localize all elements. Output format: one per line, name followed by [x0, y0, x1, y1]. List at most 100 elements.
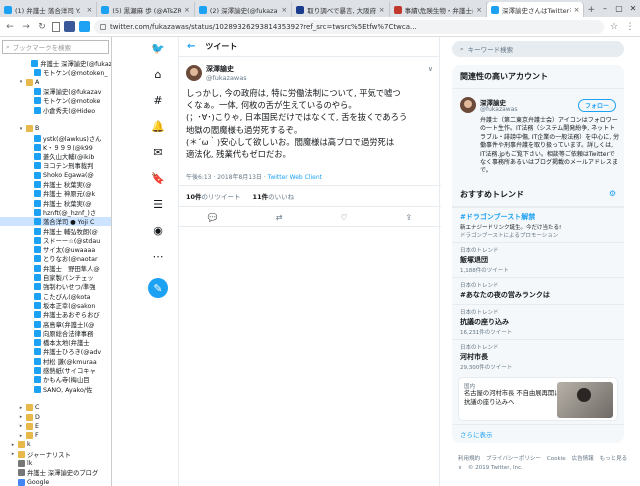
menu-icon[interactable]: ⋮: [624, 22, 636, 32]
author-name[interactable]: 深澤諭史: [206, 64, 247, 74]
notifications-icon[interactable]: 🔔: [148, 118, 168, 134]
back-arrow-icon[interactable]: ←: [187, 41, 195, 52]
more-icon[interactable]: ⋯: [148, 248, 168, 264]
reload-icon[interactable]: ↻: [36, 22, 48, 32]
bookmark-folder[interactable]: ▸ E: [0, 422, 111, 431]
bookmark-item[interactable]: Shoko Egawa(@: [0, 171, 111, 180]
bookmark-item[interactable]: ヨコテン刑事裁判: [0, 161, 111, 170]
messages-icon[interactable]: ✉: [148, 144, 168, 160]
bookmark-folder[interactable]: ▾ B: [0, 124, 111, 133]
tab-6[interactable]: 深澤諭史さんはTwitterを ×: [487, 2, 585, 17]
bookmark-item[interactable]: 村松 謙(@kmuraa: [0, 357, 111, 366]
share-icon[interactable]: ⇪: [405, 213, 412, 222]
bookmark-item[interactable]: hznft(@_hznf_)さ: [0, 208, 111, 217]
extension-icon[interactable]: [64, 21, 75, 32]
minimize-icon[interactable]: –: [598, 0, 612, 17]
chevron-right-icon[interactable]: ▸: [18, 414, 24, 420]
footer-link[interactable]: 広告情報: [572, 456, 594, 462]
extension-icon[interactable]: [79, 21, 90, 32]
new-tab-button[interactable]: +: [584, 2, 598, 17]
bookmark-item[interactable]: 橋本太地(弁護士: [0, 338, 111, 347]
bookmark-item[interactable]: 弁護士 野田隼人@: [0, 264, 111, 273]
bookmark-folder[interactable]: ▸ F: [0, 431, 111, 440]
url-field[interactable]: twitter.com/fukazawas/status/10289326293…: [94, 19, 604, 34]
show-more-link[interactable]: さらに表示: [452, 424, 624, 443]
chevron-right-icon[interactable]: ▸: [10, 451, 16, 457]
likes-stat[interactable]: 11件のいいね: [253, 191, 295, 201]
bookmark-search-input[interactable]: ⌕ ブックマークを検索: [2, 40, 109, 54]
bookmark-item[interactable]: K・９９９(@k99: [0, 143, 111, 152]
bookmark-item[interactable]: 菱久山大輔(@ikib: [0, 152, 111, 161]
trend-item[interactable]: #ドラゴンブースト解禁 新エナジードリンク誕生。今だけ当たる! ドラゴンブーストによ…: [452, 207, 624, 242]
tab-1[interactable]: (1) 弁護士 落合洋司 Y. ×: [0, 2, 98, 17]
twitter-logo[interactable]: 🐦: [148, 40, 168, 56]
like-icon[interactable]: ♡: [340, 213, 347, 222]
gear-icon[interactable]: ⚙: [609, 189, 616, 198]
retweets-stat[interactable]: 10件のリツイート: [186, 191, 241, 201]
news-item[interactable]: 国内 名古屋の河村市長 不自由展再開に抗議の座り込みへ: [458, 377, 618, 421]
tab-close-icon[interactable]: ×: [87, 6, 93, 14]
bookmark-item[interactable]: 小倉秀夫(@Hideo: [0, 106, 111, 115]
bookmark-folder[interactable]: ▸ k: [0, 440, 111, 449]
bookmark-item[interactable]: Google: [0, 478, 111, 486]
trend-item[interactable]: 日本のトレンド #あなたの夜の営みランクは: [452, 277, 624, 304]
author-handle[interactable]: @fukazawas: [206, 74, 247, 82]
footer-link[interactable]: © 2019 Twitter, Inc.: [468, 465, 523, 471]
forward-icon[interactable]: →: [20, 22, 32, 32]
bookmark-item[interactable]: スドーー☆(@stdau: [0, 236, 111, 245]
star-icon[interactable]: ☆: [608, 22, 620, 32]
bookmark-item[interactable]: 弁護士 秋葉実(@: [0, 199, 111, 208]
retweet-icon[interactable]: ⇄: [276, 213, 283, 222]
bookmark-item[interactable]: 高島章(弁護士)(@: [0, 319, 111, 329]
bookmark-item[interactable]: 弁護士あおぞらおび: [0, 310, 111, 319]
chevron-down-icon[interactable]: ▾: [18, 126, 24, 132]
avatar[interactable]: [186, 65, 202, 81]
maximize-icon[interactable]: ▢: [612, 0, 626, 17]
bookmark-item[interactable]: 弁護士 深澤諭史(@fukaz: [0, 59, 111, 68]
explore-icon[interactable]: #: [148, 92, 168, 108]
tab-2[interactable]: (5) 黒瀬麻 歩 (@ATsZR. ×: [97, 2, 195, 17]
back-icon[interactable]: ←: [4, 22, 16, 32]
follow-button[interactable]: フォロー: [578, 99, 616, 112]
related-account[interactable]: 深澤諭史 @fukazawas フォロー 弁護士（第二東京弁護士会）アイコンはフ…: [452, 89, 624, 193]
bookmark-item[interactable]: 深澤諭史(@fukazav: [0, 87, 111, 96]
bookmark-item[interactable]: 感熱紙(サイコキャ: [0, 366, 111, 375]
bookmark-item[interactable]: 弁護士 秋葉実(@: [0, 180, 111, 189]
bookmark-item[interactable]: サイ太(@uwaaaa: [0, 245, 111, 254]
chevron-down-icon[interactable]: ▾: [18, 79, 24, 85]
related-handle[interactable]: @fukazawas: [480, 106, 518, 113]
bookmark-item[interactable]: 自家製パンチェッ: [0, 273, 111, 282]
bookmark-item[interactable]: 落合洋司 ● Yoji C: [0, 217, 111, 227]
bookmark-item[interactable]: こたびん(@kota: [0, 292, 111, 301]
tab-close-icon[interactable]: ×: [281, 6, 287, 14]
bookmark-page-icon[interactable]: [52, 21, 60, 32]
bookmark-item[interactable]: 弁護士 神原元(@k: [0, 189, 111, 198]
compose-tweet-button[interactable]: ✎: [148, 278, 168, 298]
bookmark-folder[interactable]: ▸ D: [0, 412, 111, 421]
tab-close-icon[interactable]: ×: [184, 6, 190, 14]
chevron-right-icon[interactable]: ▸: [18, 423, 24, 429]
footer-link[interactable]: 利用規約: [458, 456, 480, 462]
trend-item[interactable]: 日本のトレンド 飯塚退団 1,188件のツイート: [452, 242, 624, 277]
trend-item[interactable]: 日本のトレンド 河村市長 29,300件のツイート: [452, 339, 624, 374]
bookmark-item[interactable]: 弁護士ひろき(@adv: [0, 347, 111, 356]
footer-link[interactable]: Cookie: [547, 456, 566, 462]
bookmark-item[interactable]: [0, 115, 111, 124]
bookmark-item[interactable]: 坂本正幸(@sakon: [0, 301, 111, 310]
reply-icon[interactable]: 💬: [208, 213, 218, 222]
chevron-down-icon[interactable]: ∨: [428, 65, 433, 73]
bookmark-item[interactable]: ystk(@lawkus)さん: [0, 133, 111, 143]
tweet-author[interactable]: 深澤諭史 @fukazawas: [186, 64, 247, 82]
bookmark-item[interactable]: SANO, Ayako/佐: [0, 385, 111, 394]
bookmark-item[interactable]: 強制わいせつ/準強: [0, 282, 111, 291]
bookmark-folder[interactable]: ▸ C: [0, 403, 111, 412]
profile-icon[interactable]: ◉: [148, 222, 168, 238]
bookmark-item[interactable]: モトケン(@motoke: [0, 96, 111, 105]
bookmark-item[interactable]: 弁護士 輔弘牧朗(@: [0, 226, 111, 236]
tab-close-icon[interactable]: ×: [574, 6, 580, 14]
tab-5[interactable]: 事績\危険生物・弁護士に ×: [390, 2, 488, 17]
bookmark-item[interactable]: モトケン(@motoken_: [0, 68, 111, 77]
chevron-right-icon[interactable]: ▸: [18, 405, 24, 411]
trend-item[interactable]: 日本のトレンド 抗議の座り込み 16,231件のツイート: [452, 304, 624, 339]
bookmark-item[interactable]: とりなお(@naotar: [0, 254, 111, 263]
